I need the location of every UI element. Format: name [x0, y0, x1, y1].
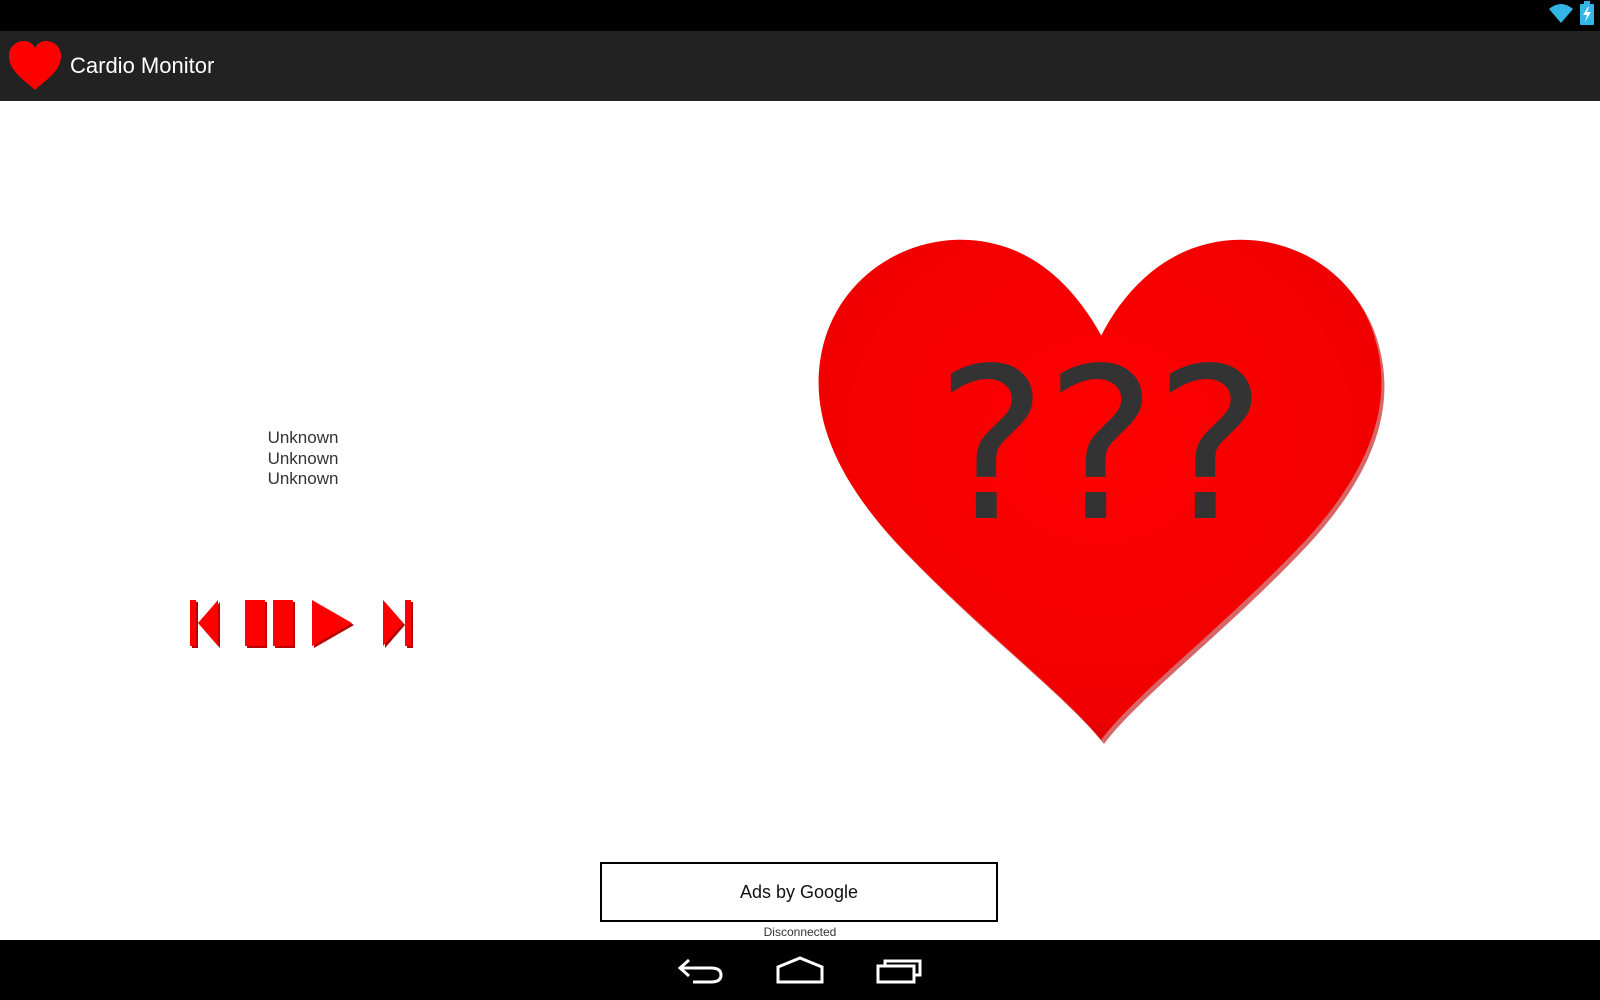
heart-icon[interactable] — [7, 40, 63, 92]
navigation-bar — [0, 940, 1600, 1000]
home-icon[interactable] — [770, 948, 830, 992]
next-icon[interactable] — [383, 598, 415, 652]
large-heart-icon — [818, 239, 1385, 744]
battery-charging-icon — [1580, 0, 1594, 30]
ad-label: Ads by Google — [739, 881, 859, 902]
status-icons — [1548, 0, 1594, 30]
connection-status: Disconnected — [763, 925, 837, 939]
wifi-icon — [1548, 2, 1574, 29]
track-title: Unknown — [267, 469, 339, 488]
pause-icon[interactable] — [245, 598, 297, 652]
heart-rate-display: ??? — [815, 226, 1385, 746]
play-icon[interactable] — [312, 598, 356, 652]
recents-icon[interactable] — [870, 948, 930, 992]
status-bar — [0, 0, 1600, 31]
app-title: Cardio Monitor — [70, 53, 215, 78]
track-info: Unknown Unknown Unknown — [203, 428, 403, 490]
main-content: Unknown Unknown Unknown ??? — [0, 101, 1600, 940]
previous-icon[interactable] — [190, 598, 222, 652]
media-controls — [190, 598, 415, 652]
track-artist: Unknown — [267, 428, 339, 447]
action-bar: Cardio Monitor — [0, 31, 1600, 101]
ad-banner[interactable]: Ads by Google — [600, 862, 998, 922]
back-icon[interactable] — [670, 948, 730, 992]
track-album: Unknown — [267, 448, 339, 468]
